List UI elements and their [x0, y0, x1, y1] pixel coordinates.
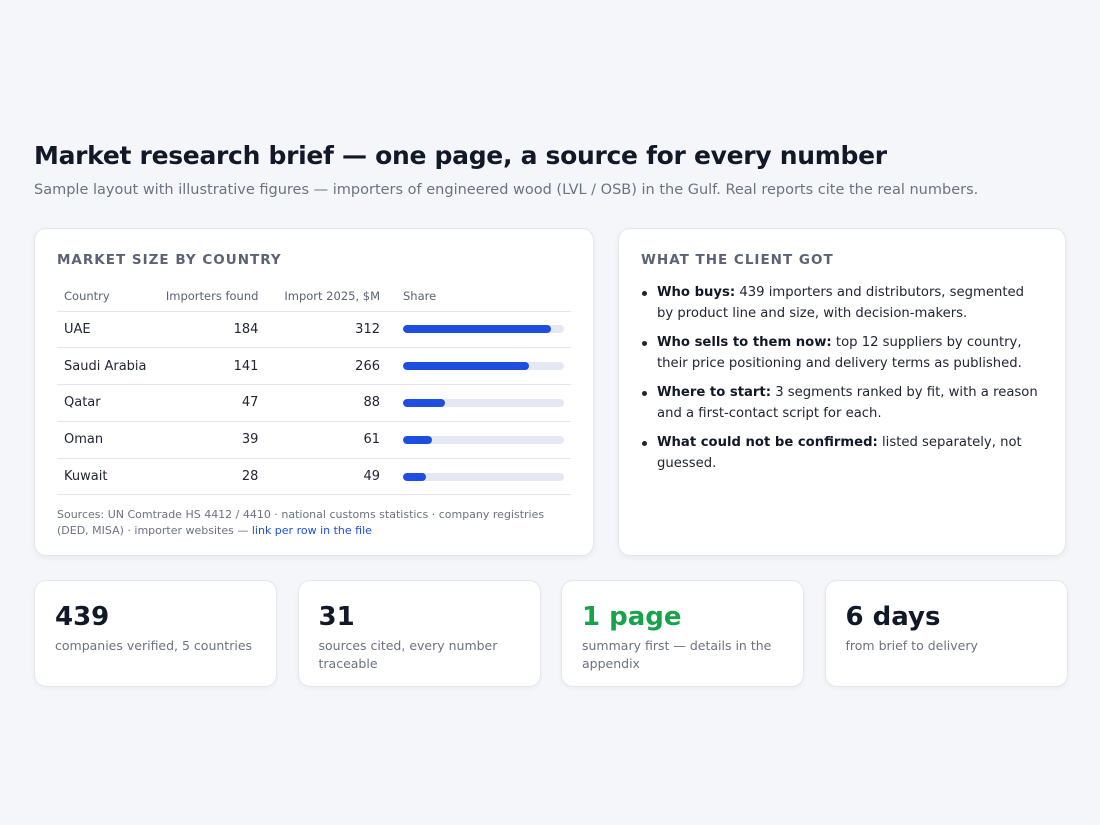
importers-cell: 28 [155, 458, 266, 496]
col-import: Import 2025, $M [265, 281, 387, 312]
stat-card: 1 page summary first — details in the app… [561, 580, 804, 687]
client-got-card: WHAT THE CLIENT GOT Who buys: 439 import… [618, 228, 1066, 556]
stat-label: companies verified, 5 countries [55, 638, 253, 653]
import-cell: 61 [265, 421, 387, 459]
stat-value: 31 [318, 602, 355, 632]
col-share: Share [387, 281, 571, 312]
list-item-label: What could not be confirmed: [657, 435, 878, 450]
table-row: UAE 184 312 [57, 311, 571, 349]
country-cell: Saudi Arabia [57, 347, 156, 386]
stat-label: from brief to delivery [845, 638, 978, 653]
share-bar-fill [403, 362, 529, 371]
share-bar-fill [403, 435, 432, 444]
list-item: Where to start: 3 segments ranked by fit… [641, 383, 1043, 424]
share-cell [387, 384, 571, 422]
stat-value: 6 days [845, 602, 941, 632]
client-got-title: WHAT THE CLIENT GOT [641, 252, 834, 268]
stat-label: sources cited, every number traceable [318, 638, 498, 671]
importers-cell: 141 [155, 347, 266, 386]
list-item: What could not be confirmed: listed sepa… [641, 433, 1043, 474]
page-subtitle: Sample layout with illustrative figures … [34, 182, 979, 198]
table-row: Kuwait 28 49 [57, 458, 571, 496]
share-bar-track [403, 435, 564, 444]
importers-cell: 47 [155, 384, 266, 422]
list-item: Who buys: 439 importers and distributors… [641, 283, 1043, 324]
share-bar-track [403, 325, 564, 334]
table-header-row: Country Importers found Import 2025, $M … [57, 281, 571, 312]
share-cell [387, 347, 571, 386]
market-size-table: Country Importers found Import 2025, $M … [57, 281, 571, 496]
share-cell [387, 311, 571, 349]
import-cell: 266 [265, 347, 387, 386]
import-cell: 312 [265, 311, 387, 349]
share-cell [387, 421, 571, 459]
country-cell: Kuwait [57, 458, 156, 496]
import-cell: 49 [265, 458, 387, 496]
client-got-list: Who buys: 439 importers and distributors… [641, 283, 1043, 474]
stat-value: 439 [55, 602, 110, 632]
importers-cell: 184 [155, 311, 266, 349]
top-row: MARKET SIZE BY COUNTRY Country Importers… [34, 228, 1066, 556]
sources-link[interactable]: link per row in the file [252, 524, 372, 537]
stat-card: 6 days from brief to delivery [824, 580, 1068, 687]
share-bar-track [403, 398, 564, 407]
share-bar-fill [403, 398, 445, 407]
table-row: Oman 39 61 [57, 421, 571, 459]
country-cell: Qatar [57, 384, 156, 422]
col-importers: Importers found [155, 281, 266, 312]
country-cell: UAE [57, 311, 156, 349]
country-cell: Oman [57, 421, 156, 459]
page: Market research brief — one page, a sour… [34, 140, 1068, 687]
list-item: Who sells to them now: top 12 suppliers … [641, 333, 1043, 374]
list-item-label: Where to start: [657, 385, 772, 400]
import-cell: 88 [265, 384, 387, 422]
stat-card: 31 sources cited, every number traceable [297, 580, 541, 687]
stat-value: 1 page [582, 602, 682, 632]
stat-label: summary first — details in the appendix [582, 638, 772, 671]
stat-card: 439 companies verified, 5 countries [34, 580, 277, 687]
share-cell [387, 458, 571, 496]
importers-cell: 39 [155, 421, 266, 459]
stats-row: 439 companies verified, 5 countries 31 sour… [34, 580, 1068, 687]
col-country: Country [57, 281, 156, 312]
share-bar-track [403, 362, 564, 371]
list-item-label: Who buys: [657, 285, 736, 300]
table-row: Saudi Arabia 141 266 [57, 347, 571, 386]
page-title: Market research brief — one page, a sour… [34, 141, 887, 170]
sources-note: Sources: UN Comtrade HS 4412 / 4410 · na… [57, 507, 571, 539]
share-bar-fill [403, 472, 426, 481]
market-size-title: MARKET SIZE BY COUNTRY [57, 252, 282, 268]
share-bar-fill [403, 325, 552, 334]
table-row: Qatar 47 88 [57, 384, 571, 422]
market-size-card: MARKET SIZE BY COUNTRY Country Importers… [34, 228, 594, 556]
share-bar-track [403, 472, 564, 481]
list-item-label: Who sells to them now: [657, 335, 832, 350]
